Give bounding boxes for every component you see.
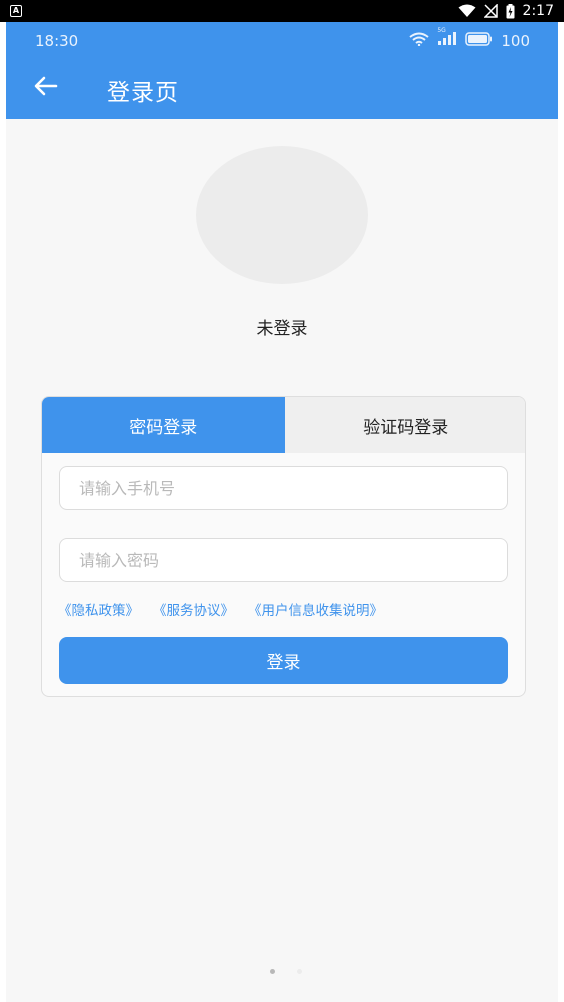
login-card: 密码登录 验证码登录 《隐私政策》 《服务协议》 《用户信息收集说明》 登录	[41, 396, 526, 697]
tab-code-login[interactable]: 验证码登录	[284, 397, 525, 453]
cellular-signal-icon: 5G	[437, 27, 457, 50]
no-sim-icon	[483, 4, 498, 18]
phone-input[interactable]	[79, 478, 507, 498]
battery-icon	[465, 32, 493, 50]
password-field	[59, 538, 508, 582]
page-dot	[297, 969, 302, 974]
app-status-time: 18:30	[35, 32, 79, 50]
agreement-links: 《隐私政策》 《服务协议》 《用户信息收集说明》	[58, 599, 383, 619]
privacy-policy-link[interactable]: 《隐私政策》	[58, 599, 139, 619]
app-screen: 18:30 5G 100 登录页 未登录 密码登录 验证码登录 请输入手机号 《…	[6, 22, 558, 1002]
page-title: 登录页	[107, 80, 179, 106]
page-indicator	[270, 969, 302, 974]
device-time: 2:17	[522, 3, 554, 19]
page-dot-active	[270, 969, 275, 974]
app-header: 18:30 5G 100 登录页	[6, 22, 558, 119]
user-info-collection-link[interactable]: 《用户信息收集说明》	[248, 599, 383, 619]
password-input[interactable]	[79, 550, 507, 570]
login-tabs: 密码登录 验证码登录	[42, 397, 525, 453]
login-button[interactable]: 登录	[59, 637, 508, 684]
device-status-bar: A 2:17	[0, 0, 564, 22]
avatar[interactable]	[196, 146, 368, 284]
tab-password-login[interactable]: 密码登录	[42, 397, 285, 453]
phone-field	[59, 466, 508, 510]
notification-badge: A	[10, 5, 22, 17]
battery-charging-icon	[506, 3, 515, 19]
app-status-bar: 18:30 5G 100	[6, 22, 558, 60]
battery-level: 100	[501, 32, 530, 50]
user-name: 未登录	[256, 319, 308, 339]
wifi-icon	[409, 32, 429, 50]
arrow-left-icon	[34, 76, 58, 100]
service-agreement-link[interactable]: 《服务协议》	[153, 599, 234, 619]
wifi-icon	[458, 4, 476, 18]
back-button[interactable]	[30, 72, 62, 104]
